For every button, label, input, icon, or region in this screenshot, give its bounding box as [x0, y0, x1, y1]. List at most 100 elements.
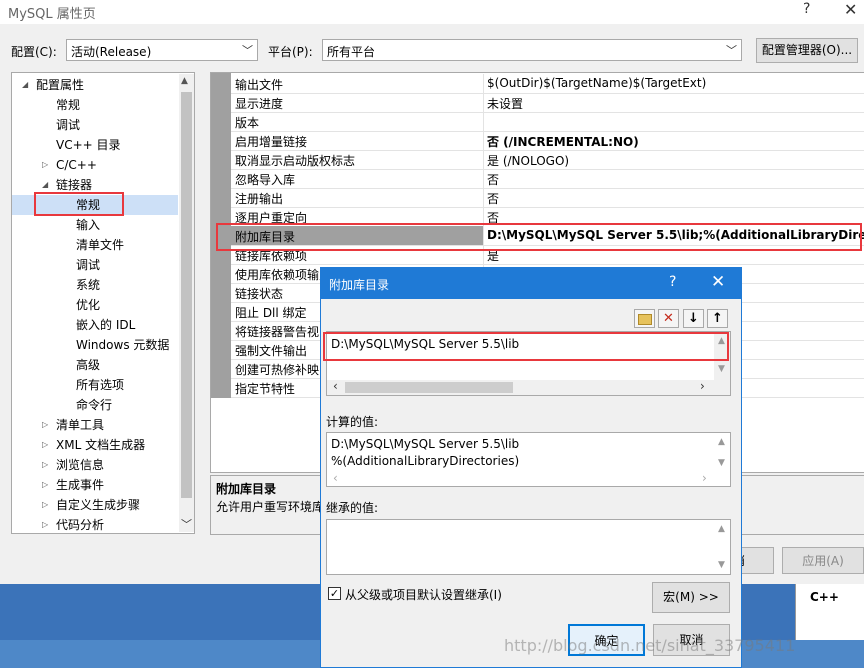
dialog-close-icon[interactable]: ✕: [711, 272, 725, 292]
folder-icon: [637, 314, 652, 325]
tree-item[interactable]: ▷ C/C++: [12, 155, 178, 175]
column-divider: [483, 150, 484, 169]
scroll-right-icon[interactable]: ›: [700, 379, 705, 393]
tree-item[interactable]: ▷ 浏览信息: [12, 455, 178, 475]
scroll-up-icon[interactable]: ▲: [718, 524, 725, 534]
apply-button[interactable]: 应用(A): [782, 547, 864, 574]
watermark: http://blog.csdn.net/sinat_33795411: [504, 636, 796, 655]
move-down-icon[interactable]: ↓: [683, 309, 704, 328]
scroll-down-icon[interactable]: ﹀: [181, 516, 192, 532]
macro-button[interactable]: 宏(M) >>: [652, 582, 730, 613]
property-key: 显示进度: [235, 97, 284, 111]
tree-item[interactable]: 清单文件: [12, 235, 178, 255]
collapsed-icon[interactable]: ▷: [42, 435, 48, 455]
dialog-help-icon[interactable]: ?: [669, 274, 676, 290]
delete-icon[interactable]: ✕: [658, 309, 679, 328]
tree-item[interactable]: ▷ 清单工具: [12, 415, 178, 435]
collapsed-icon[interactable]: ▷: [42, 155, 48, 175]
property-row[interactable]: 显示进度 未设置: [231, 93, 864, 113]
close-icon[interactable]: ✕: [844, 0, 857, 19]
tree-item-label: C/C++: [56, 158, 97, 172]
platform-select-value: 所有平台: [327, 45, 376, 59]
property-value[interactable]: 否 (/INCREMENTAL:NO): [487, 133, 639, 150]
tree-item[interactable]: 输入: [12, 215, 178, 235]
tree-item[interactable]: ▷ XML 文档生成器: [12, 435, 178, 455]
column-divider: [483, 188, 484, 207]
description-title: 附加库目录: [216, 482, 277, 496]
scroll-left-icon[interactable]: ‹: [333, 379, 338, 393]
collapsed-icon[interactable]: ▷: [42, 475, 48, 495]
tree-item-label: 自定义生成步骤: [56, 498, 141, 512]
scroll-up-icon[interactable]: ▲: [181, 76, 188, 86]
scroll-up-icon[interactable]: ▲: [718, 437, 725, 447]
tree-item-label: Windows 元数据: [76, 338, 170, 352]
move-up-icon[interactable]: ↑: [707, 309, 728, 328]
computed-value-2: %(AdditionalLibraryDirectories): [331, 454, 520, 468]
tree-item[interactable]: ▷ 自定义生成步骤: [12, 495, 178, 515]
property-key: 将链接器警告视: [235, 325, 320, 339]
column-divider: [483, 169, 484, 188]
new-line-icon[interactable]: [634, 309, 655, 328]
tree-item[interactable]: 命令行: [12, 395, 178, 415]
tree-item-label: 高级: [76, 358, 101, 372]
scroll-down-icon[interactable]: ▼: [718, 364, 725, 374]
cpp-tile[interactable]: C++: [795, 584, 864, 640]
tree-item-label: 配置属性: [36, 78, 85, 92]
chevron-down-icon: ﹀: [726, 44, 737, 57]
property-value[interactable]: 否: [487, 171, 499, 188]
collapsed-icon[interactable]: ▷: [42, 495, 48, 515]
platform-label: 平台(P):: [268, 45, 313, 59]
inherit-checkbox[interactable]: ✓: [328, 587, 341, 600]
collapsed-icon[interactable]: ▷: [42, 455, 48, 475]
tree-item[interactable]: 调试: [12, 115, 178, 135]
property-key: 注册输出: [235, 192, 284, 206]
tree-item[interactable]: 所有选项: [12, 375, 178, 395]
property-key: 指定节特性: [235, 382, 296, 396]
tree-item[interactable]: ▷ 生成事件: [12, 475, 178, 495]
tree-item[interactable]: Windows 元数据: [12, 335, 178, 355]
tree-item-label: 调试: [76, 258, 101, 272]
config-select[interactable]: 活动(Release) ﹀: [66, 39, 258, 61]
tree-item-label: 代码分析: [56, 518, 105, 532]
collapsed-icon[interactable]: ▷: [42, 515, 48, 535]
property-row[interactable]: 注册输出 否: [231, 188, 864, 208]
entries-hscroll-thumb[interactable]: [345, 382, 513, 393]
collapsed-icon[interactable]: ▷: [42, 415, 48, 435]
config-label: 配置(C):: [11, 45, 57, 59]
property-value[interactable]: 未设置: [487, 95, 523, 112]
property-row[interactable]: 版本: [231, 112, 864, 132]
tree-item[interactable]: 系统: [12, 275, 178, 295]
tree-item[interactable]: 常规: [12, 95, 178, 115]
property-row[interactable]: 忽略导入库 否: [231, 169, 864, 189]
tree-item[interactable]: 嵌入的 IDL: [12, 315, 178, 335]
tree-item[interactable]: 高级: [12, 355, 178, 375]
platform-select[interactable]: 所有平台 ﹀: [322, 39, 742, 61]
scroll-down-icon[interactable]: ▼: [718, 560, 725, 570]
tree-item-label: 常规: [56, 98, 81, 112]
property-value[interactable]: $(OutDir)$(TargetName)$(TargetExt): [487, 76, 706, 90]
property-value[interactable]: 否: [487, 190, 499, 207]
inherit-checkbox-label: 从父级或项目默认设置继承(I): [345, 588, 502, 602]
tree-item[interactable]: 调试: [12, 255, 178, 275]
tree-item[interactable]: 优化: [12, 295, 178, 315]
property-row[interactable]: 取消显示启动版权标志 是 (/NOLOGO): [231, 150, 864, 170]
property-value[interactable]: 是 (/NOLOGO): [487, 152, 569, 169]
expanded-icon[interactable]: ◢: [22, 75, 28, 95]
tree-item-label: 优化: [76, 298, 101, 312]
config-manager-button[interactable]: 配置管理器(O)...: [756, 38, 858, 63]
category-tree: ◢ 配置属性 常规 调试 VC++ 目录 ▷ C/C++ ◢ 链接器 常规 输入 清单文件 调试 系统 优化…: [11, 72, 195, 534]
property-key: 使用库依赖项输入: [235, 268, 332, 282]
property-row[interactable]: 输出文件 $(OutDir)$(TargetName)$(TargetExt): [231, 74, 864, 94]
title-bar: MySQL 属性页 ? ✕: [0, 0, 864, 24]
tree-item-label: 浏览信息: [56, 458, 105, 472]
scroll-right-icon[interactable]: ›: [702, 471, 707, 485]
property-row[interactable]: 启用增量链接 否 (/INCREMENTAL:NO): [231, 131, 864, 151]
help-icon[interactable]: ?: [803, 1, 810, 17]
scroll-left-icon[interactable]: ‹: [333, 471, 338, 485]
tree-item[interactable]: VC++ 目录: [12, 135, 178, 155]
tree-highlight-box: [34, 192, 124, 216]
tree-scrollbar-thumb[interactable]: [181, 92, 192, 498]
scroll-down-icon[interactable]: ▼: [718, 458, 725, 468]
tree-item[interactable]: ◢ 配置属性: [12, 75, 178, 95]
tree-item[interactable]: ▷ 代码分析: [12, 515, 178, 535]
